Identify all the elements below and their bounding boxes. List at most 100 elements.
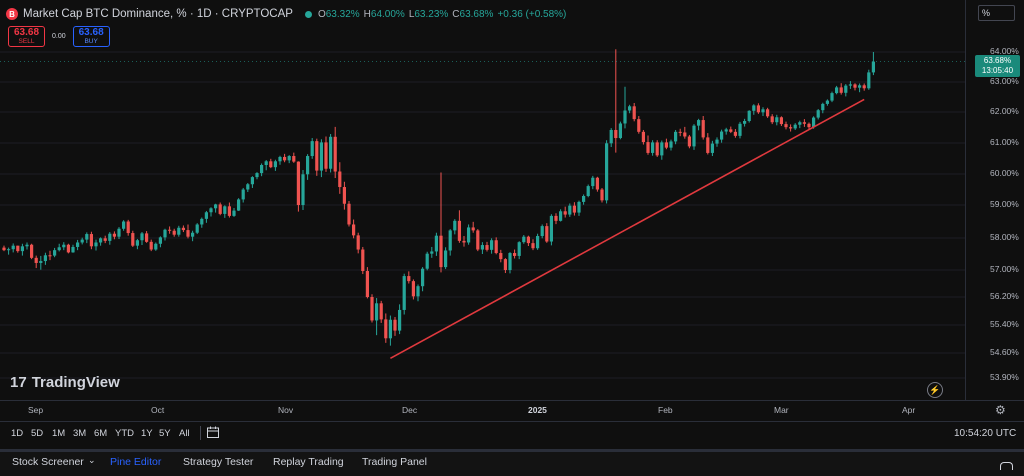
last-price-tag: 63.68% 13:05:40 xyxy=(975,55,1020,77)
candle-body xyxy=(407,276,411,282)
trade-buttons: 63.68 SELL 0.00 63.68 BUY xyxy=(8,26,110,47)
candle-body xyxy=(264,161,268,166)
candle-body xyxy=(784,124,788,128)
calendar-goto-icon[interactable] xyxy=(206,425,220,439)
candle-body xyxy=(112,233,116,237)
candle-body xyxy=(448,230,452,251)
panel-tab-trading-panel[interactable]: Trading Panel xyxy=(362,456,427,468)
range-button-ytd[interactable]: YTD xyxy=(115,428,134,439)
utc-clock[interactable]: 10:54:20 UTC xyxy=(954,428,1016,439)
candle-body xyxy=(89,234,93,247)
range-button-1m[interactable]: 1M xyxy=(52,428,65,439)
range-button-1y[interactable]: 1Y xyxy=(141,428,153,439)
interval-label[interactable]: 1D xyxy=(197,8,212,20)
screener-chevron-down-icon[interactable]: ⌄ xyxy=(88,455,96,466)
candle-body xyxy=(66,244,70,253)
candle-body xyxy=(398,309,402,331)
candle-body xyxy=(232,210,236,216)
chart-pane[interactable]: B Market Cap BTC Dominance, % · 1D · CRY… xyxy=(0,0,965,400)
range-button-all[interactable]: All xyxy=(179,428,190,439)
candle-body xyxy=(595,177,599,190)
sell-button[interactable]: 63.68 SELL xyxy=(8,26,45,47)
buy-button[interactable]: 63.68 BUY xyxy=(72,26,110,47)
candle-body xyxy=(168,229,172,231)
market-status-icon[interactable] xyxy=(304,10,312,18)
candle-body xyxy=(444,250,448,268)
candle-body xyxy=(191,232,195,237)
price-tick-label: 54.60% xyxy=(990,347,1019,357)
panel-tab-pine-editor[interactable]: Pine Editor xyxy=(110,456,161,468)
panel-tab-replay-trading[interactable]: Replay Trading xyxy=(273,456,344,468)
candle-body xyxy=(770,116,774,123)
symbol-title[interactable]: Market Cap BTC Dominance, % xyxy=(23,8,187,20)
scale-mode-button[interactable]: % xyxy=(978,5,1015,21)
candle-body xyxy=(379,303,383,320)
range-button-5y[interactable]: 5Y xyxy=(159,428,171,439)
range-button-3m[interactable]: 3M xyxy=(73,428,86,439)
candle-body xyxy=(324,142,328,169)
candle-body xyxy=(664,142,668,148)
panel-tab-stock-screener[interactable]: Stock Screener xyxy=(12,456,84,468)
range-button-6m[interactable]: 6M xyxy=(94,428,107,439)
toolbar-divider xyxy=(200,426,201,440)
candle-body xyxy=(370,297,374,321)
candle-body xyxy=(871,61,875,73)
candle-body xyxy=(76,242,80,247)
candle-body xyxy=(724,129,728,132)
candle-body xyxy=(485,245,489,250)
candle-body xyxy=(669,141,673,148)
ohlc-close-key: C xyxy=(452,8,460,20)
ohlc-open-key: O xyxy=(317,8,326,20)
candle-body xyxy=(39,261,43,263)
candle-body xyxy=(618,123,622,139)
candle-body xyxy=(490,240,494,250)
lightning-icon[interactable]: ⚡ xyxy=(927,382,943,398)
candle-body xyxy=(526,236,530,244)
ohlc-low: L63.23% xyxy=(409,9,448,20)
settings-gear-icon[interactable]: ⚙ xyxy=(995,403,1006,417)
candle-body xyxy=(269,161,273,168)
panel-tab-strategy-tester[interactable]: Strategy Tester xyxy=(183,456,253,468)
candle-body xyxy=(80,239,84,243)
candle-body xyxy=(122,221,126,229)
candle-body xyxy=(816,110,820,118)
bottom-toolbar xyxy=(0,421,1024,447)
candle-body xyxy=(315,141,319,171)
tradingview-watermark[interactable]: 17 TradingView xyxy=(10,374,120,391)
range-button-1d[interactable]: 1D xyxy=(11,428,23,439)
candle-body xyxy=(255,173,259,178)
candle-body xyxy=(582,196,586,202)
time-axis-label: Apr xyxy=(902,405,916,415)
candle-body xyxy=(572,205,576,213)
candle-body xyxy=(416,286,420,297)
candle-body xyxy=(209,208,213,213)
candle-body xyxy=(145,233,149,242)
candle-body xyxy=(779,117,783,125)
candle-body xyxy=(522,236,526,243)
candle-body xyxy=(683,132,687,137)
candle-body xyxy=(756,105,760,113)
candle-body xyxy=(637,119,641,132)
candlestick-chart[interactable] xyxy=(0,0,965,400)
candle-body xyxy=(310,141,314,157)
source-label[interactable]: CRYPTOCAP xyxy=(222,8,293,20)
time-axis-label: Oct xyxy=(151,405,165,415)
time-axis-label: Mar xyxy=(774,405,789,415)
candle-body xyxy=(131,233,135,246)
candle-body xyxy=(848,84,852,86)
ohlc-close-value: 63.68% xyxy=(459,8,494,20)
range-button-5d[interactable]: 5D xyxy=(31,428,43,439)
candle-body xyxy=(687,136,691,147)
candle-body xyxy=(531,243,535,249)
candle-body xyxy=(729,129,733,132)
candle-body xyxy=(591,177,595,187)
candle-body xyxy=(835,87,839,94)
candle-body xyxy=(697,120,701,126)
candle-body xyxy=(347,203,351,225)
candle-body xyxy=(393,319,397,331)
candle-body xyxy=(830,93,834,101)
candle-body xyxy=(858,85,862,88)
time-axis-label: Sep xyxy=(28,405,44,415)
candle-body xyxy=(149,241,153,250)
maximize-panel-icon[interactable] xyxy=(1000,462,1013,470)
